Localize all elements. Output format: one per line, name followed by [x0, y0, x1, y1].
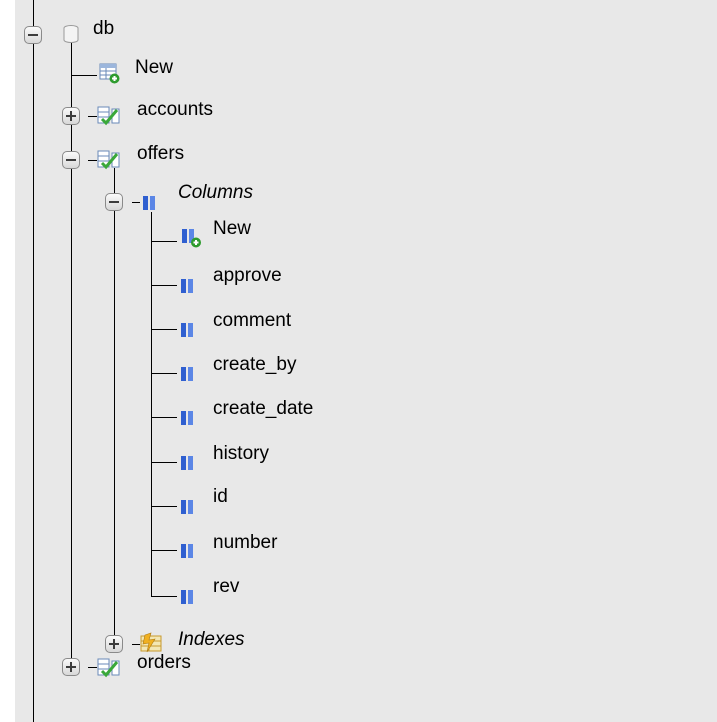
- column-icon: [181, 456, 193, 470]
- column-icon: [181, 500, 193, 514]
- tree-line: [71, 75, 97, 76]
- database-icon: [63, 25, 79, 43]
- column-id[interactable]: id: [213, 486, 228, 508]
- indexes-folder-label[interactable]: Indexes: [178, 629, 245, 651]
- tree-line: [151, 462, 177, 463]
- table-offers-label[interactable]: offers: [137, 143, 184, 165]
- offers-collapse-toggle[interactable]: [62, 151, 80, 169]
- tree-line: [151, 373, 177, 374]
- column-history[interactable]: history: [213, 443, 269, 465]
- new-table-link[interactable]: New: [135, 57, 173, 79]
- table-icon: [97, 658, 120, 678]
- tree-line: [151, 417, 177, 418]
- navigation-panel: db New accounts offers Columns New appro…: [0, 0, 717, 722]
- tree-line: [151, 506, 177, 507]
- columns-folder-label[interactable]: Columns: [178, 182, 253, 204]
- column-comment[interactable]: comment: [213, 310, 291, 332]
- tree-line: [151, 285, 177, 286]
- new-column-link[interactable]: New: [213, 218, 251, 240]
- columns-collapse-toggle[interactable]: [105, 193, 123, 211]
- indexes-expand-toggle[interactable]: [105, 635, 123, 653]
- column-icon: [181, 544, 193, 558]
- column-rev[interactable]: rev: [213, 576, 239, 598]
- column-icon: [181, 367, 193, 381]
- indexes-icon: [140, 632, 162, 653]
- tree-line: [132, 202, 140, 203]
- tree-line: [88, 667, 97, 668]
- tree-line: [71, 40, 72, 667]
- column-icon: [181, 279, 193, 293]
- column-icon: [181, 411, 193, 425]
- tree-line: [151, 550, 177, 551]
- tree-line: [114, 168, 115, 640]
- accounts-expand-toggle[interactable]: [62, 107, 80, 125]
- column-create-date[interactable]: create_date: [213, 398, 313, 420]
- column-create-by[interactable]: create_by: [213, 354, 296, 376]
- tree-line: [88, 116, 97, 117]
- tree-line: [33, 0, 34, 722]
- tree-line: [88, 160, 97, 161]
- table-accounts-label[interactable]: accounts: [137, 99, 213, 121]
- column-icon: [181, 590, 193, 604]
- table-icon: [97, 106, 120, 126]
- table-orders-label[interactable]: orders: [137, 652, 191, 674]
- tree-line: [151, 212, 152, 596]
- db-label[interactable]: db: [93, 18, 114, 40]
- orders-expand-toggle[interactable]: [62, 658, 80, 676]
- column-approve[interactable]: approve: [213, 265, 282, 287]
- column-icon: [181, 323, 193, 337]
- column-number[interactable]: number: [213, 532, 277, 554]
- tree-line: [151, 241, 177, 242]
- tree-line: [151, 329, 177, 330]
- new-column-icon[interactable]: [180, 227, 204, 249]
- new-table-icon[interactable]: [99, 62, 121, 84]
- columns-icon: [143, 196, 155, 210]
- tree-line: [151, 596, 177, 597]
- table-icon: [97, 150, 120, 170]
- db-collapse-toggle[interactable]: [24, 26, 42, 44]
